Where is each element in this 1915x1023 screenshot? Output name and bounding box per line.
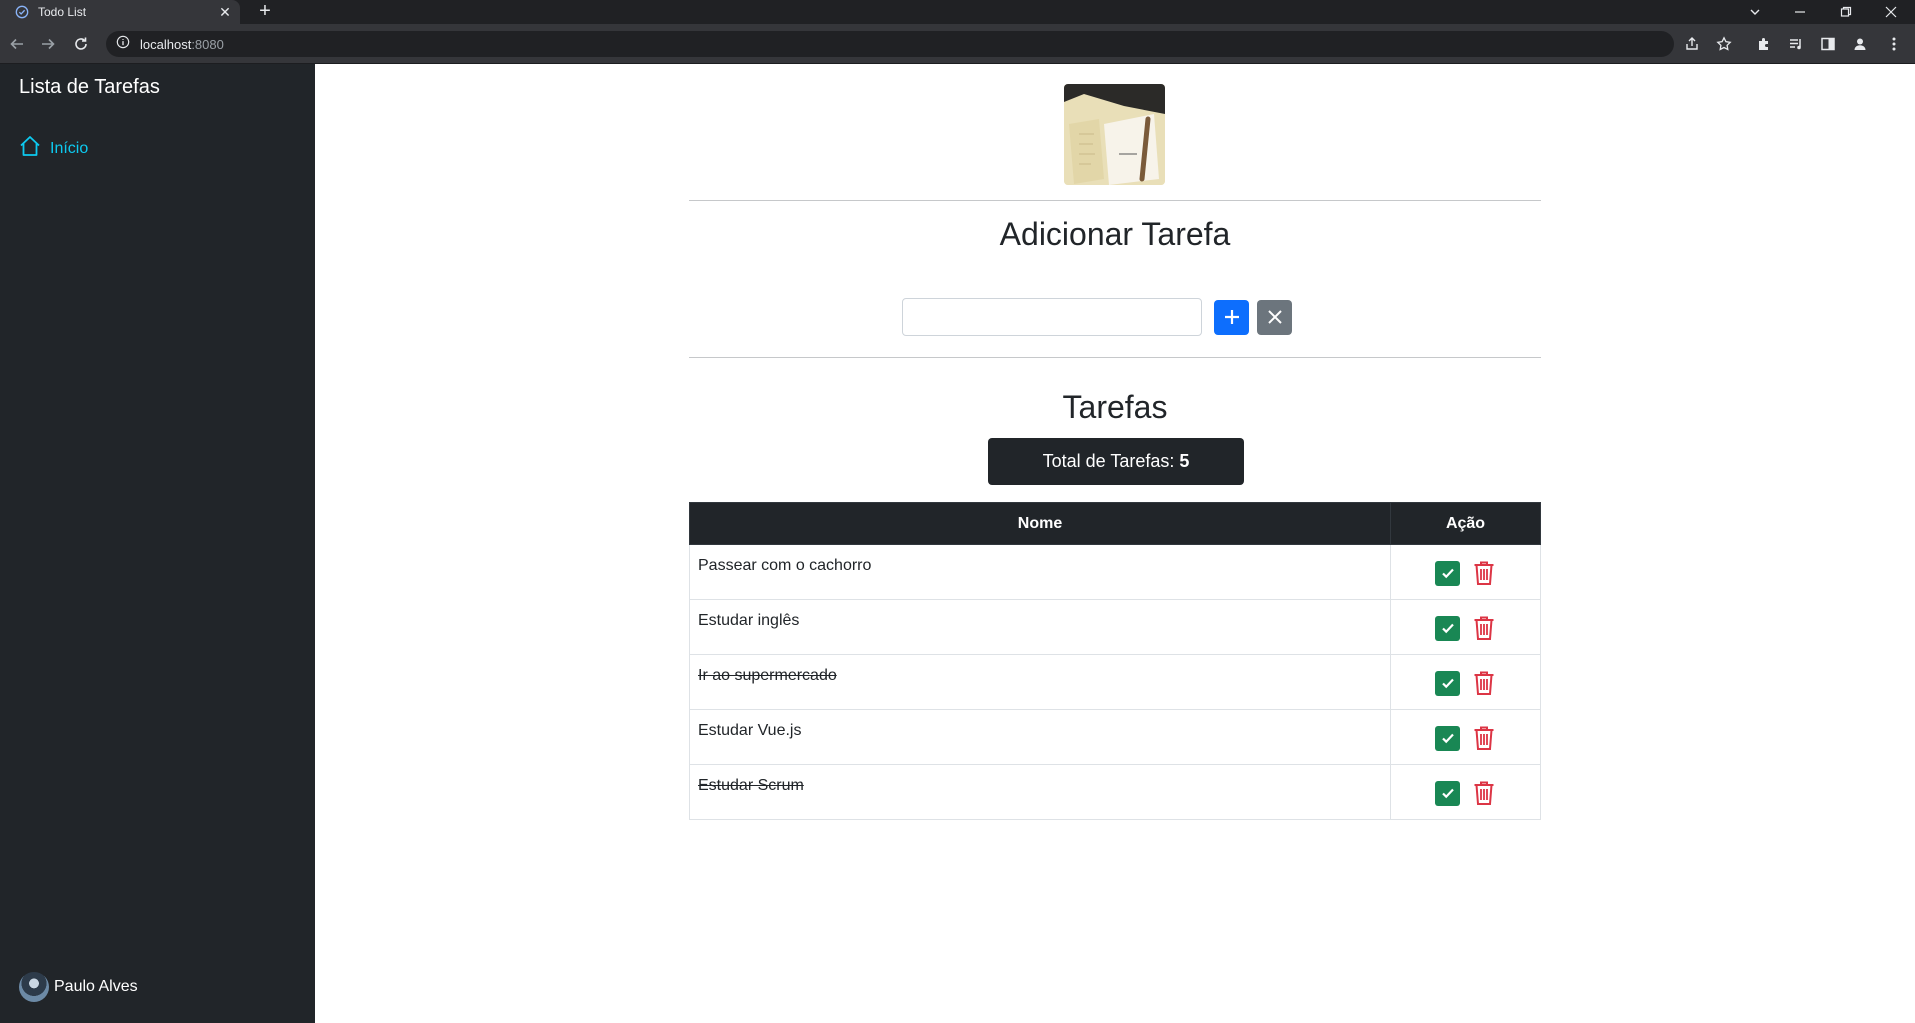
user-profile[interactable]: Paulo Alves	[19, 972, 138, 1002]
check-icon	[1441, 733, 1454, 744]
tasks-heading: Tarefas	[1062, 389, 1168, 425]
media-queue-icon[interactable]	[1785, 33, 1807, 55]
task-actions	[1390, 599, 1541, 655]
address-bar[interactable]: localhost:8080	[106, 31, 1674, 57]
restore-icon[interactable]	[1826, 0, 1866, 24]
delete-task-button[interactable]	[1472, 669, 1496, 697]
share-icon[interactable]	[1681, 33, 1703, 55]
tab-title: Todo List	[38, 5, 87, 19]
bookmark-star-icon[interactable]	[1713, 33, 1735, 55]
check-circle-icon	[14, 4, 30, 20]
complete-task-button[interactable]	[1435, 780, 1460, 806]
sidebar-item-inicio[interactable]: Início	[18, 134, 88, 163]
column-header-acao: Ação	[1390, 502, 1541, 545]
table-row: Estudar inglês	[689, 599, 1541, 655]
task-name: Estudar Vue.js	[689, 709, 1391, 765]
delete-task-button[interactable]	[1472, 614, 1496, 642]
extensions-icon[interactable]	[1753, 33, 1775, 55]
check-icon	[1441, 678, 1454, 689]
task-name: Estudar inglês	[689, 599, 1391, 655]
menu-kebab-icon[interactable]	[1883, 33, 1905, 55]
reload-icon[interactable]	[69, 32, 93, 56]
table-header-row: Nome Ação	[689, 502, 1541, 545]
divider	[689, 357, 1541, 358]
task-name: Passear com o cachorro	[689, 544, 1391, 600]
home-icon	[18, 134, 42, 163]
sidebar: Lista de Tarefas Início Paulo Alves	[0, 64, 315, 1023]
forward-icon[interactable]	[36, 32, 60, 56]
minimize-icon[interactable]	[1780, 0, 1820, 24]
tasks-table: Nome Ação Passear com o cachorro Estudar…	[689, 502, 1541, 820]
task-actions	[1390, 654, 1541, 710]
clear-input-button[interactable]	[1257, 299, 1292, 335]
divider	[689, 200, 1541, 201]
close-icon	[1267, 310, 1282, 324]
complete-task-button[interactable]	[1435, 670, 1460, 696]
browser-tab[interactable]: Todo List ✕	[0, 0, 240, 24]
trash-icon	[1474, 726, 1494, 750]
complete-task-button[interactable]	[1435, 725, 1460, 751]
task-name-input[interactable]	[902, 298, 1202, 336]
add-task-button[interactable]	[1214, 299, 1249, 335]
sidebar-brand: Lista de Tarefas	[19, 76, 160, 98]
todo-list-photo	[1064, 84, 1165, 185]
trash-icon	[1474, 561, 1494, 585]
main-content: Adicionar Tarefa Tarefas Total de Tarefa…	[315, 64, 1915, 1023]
url-port: :8080	[191, 36, 224, 52]
url-host: localhost	[140, 36, 192, 52]
task-name: Ir ao supermercado	[689, 654, 1391, 710]
browser-tab-bar: Todo List ✕ +	[0, 0, 1915, 24]
check-icon	[1441, 788, 1454, 799]
avatar	[19, 972, 49, 1002]
check-icon	[1441, 568, 1454, 579]
complete-task-button[interactable]	[1435, 560, 1460, 586]
total-tasks-badge: Total de Tarefas: 5	[988, 438, 1244, 485]
table-row: Ir ao supermercado	[689, 654, 1541, 710]
add-task-form	[902, 298, 1292, 336]
user-name: Paulo Alves	[54, 978, 138, 995]
table-row: Passear com o cachorro	[689, 544, 1541, 600]
check-icon	[1441, 623, 1454, 634]
total-tasks-count: 5	[1179, 451, 1190, 471]
browser-toolbar: localhost:8080	[0, 24, 1915, 64]
info-icon[interactable]	[116, 35, 130, 54]
side-panel-icon[interactable]	[1817, 33, 1839, 55]
column-header-nome: Nome	[689, 502, 1391, 545]
back-icon[interactable]	[5, 32, 29, 56]
complete-task-button[interactable]	[1435, 615, 1460, 641]
table-row: Estudar Scrum	[689, 764, 1541, 820]
profile-icon[interactable]	[1849, 33, 1871, 55]
add-task-heading: Adicionar Tarefa	[999, 216, 1231, 252]
task-actions	[1390, 764, 1541, 820]
task-actions	[1390, 544, 1541, 600]
close-window-icon[interactable]	[1871, 0, 1911, 24]
trash-icon	[1474, 616, 1494, 640]
task-name: Estudar Scrum	[689, 764, 1391, 820]
delete-task-button[interactable]	[1472, 779, 1496, 807]
new-tab-button[interactable]: +	[254, 0, 276, 24]
total-tasks-label: Total de Tarefas:	[1042, 451, 1175, 471]
delete-task-button[interactable]	[1472, 724, 1496, 752]
sidebar-item-label: Início	[50, 139, 89, 157]
close-tab-icon[interactable]: ✕	[214, 4, 236, 21]
trash-icon	[1474, 671, 1494, 695]
delete-task-button[interactable]	[1472, 559, 1496, 587]
tab-search-icon[interactable]	[1735, 0, 1775, 24]
trash-icon	[1474, 781, 1494, 805]
plus-icon	[1224, 310, 1239, 324]
task-actions	[1390, 709, 1541, 765]
table-row: Estudar Vue.js	[689, 709, 1541, 765]
